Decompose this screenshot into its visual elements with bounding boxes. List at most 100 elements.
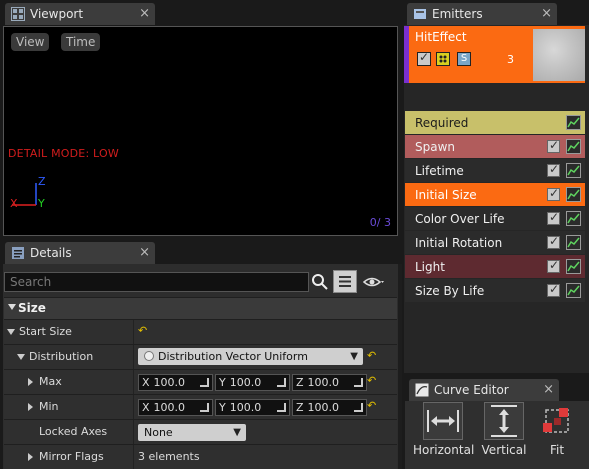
chevron-right-icon[interactable] <box>28 453 33 461</box>
reset-to-default-icon[interactable]: ↶ <box>367 349 376 362</box>
chevron-down-icon[interactable] <box>17 354 25 360</box>
module-enable-checkbox[interactable] <box>547 210 560 225</box>
chevron-right-icon[interactable] <box>28 403 33 411</box>
curve-graph-icon[interactable] <box>566 163 581 178</box>
locked-axes-label: Locked Axes <box>39 425 108 438</box>
module-row-light[interactable]: Light <box>405 255 585 278</box>
min-x-field[interactable]: X 100.0 <box>138 399 213 416</box>
reset-to-default-icon[interactable]: ↶ <box>138 324 147 337</box>
module-row-initial-rotation[interactable]: Initial Rotation <box>405 231 585 254</box>
frame-counter: 0/ 3 <box>369 216 391 229</box>
search-input[interactable]: Search <box>4 272 309 292</box>
close-icon[interactable]: × <box>543 382 554 397</box>
eye-icon[interactable] <box>362 274 386 290</box>
module-label: Lifetime <box>415 163 464 178</box>
tab-curve-editor[interactable]: Curve Editor × <box>409 379 559 401</box>
module-label: Size By Life <box>415 283 485 298</box>
reset-to-default-icon[interactable]: ↶ <box>367 399 376 412</box>
chevron-right-icon[interactable] <box>28 378 33 386</box>
emitters-icon <box>413 7 427 21</box>
property-row-mirror-flags: Mirror Flags 3 elements <box>4 444 397 469</box>
tab-viewport-label: Viewport <box>30 7 84 21</box>
module-row-initial-size[interactable]: Initial Size <box>405 183 585 206</box>
emitter-thumbnail <box>533 29 585 81</box>
distribution-value: Distribution Vector Uniform <box>158 350 308 363</box>
module-enable-checkbox[interactable] <box>547 138 560 153</box>
tab-viewport[interactable]: Viewport × <box>5 3 155 25</box>
max-y-field[interactable]: Y 100.0 <box>215 374 290 391</box>
tab-emitters-label: Emitters <box>432 7 483 21</box>
min-y-field[interactable]: Y 100.0 <box>215 399 290 416</box>
horizontal-button[interactable]: Horizontal <box>413 402 475 462</box>
close-icon[interactable]: × <box>139 6 150 21</box>
mirror-flags-value: 3 elements <box>138 450 200 463</box>
horizontal-label: Horizontal <box>413 443 475 457</box>
start-size-label: Start Size <box>19 325 72 338</box>
max-z-field[interactable]: Z 100.0 <box>292 374 367 391</box>
distribution-label: Distribution <box>29 350 94 363</box>
details-scrollbar[interactable] <box>398 264 402 469</box>
module-row-required[interactable]: Required <box>405 111 585 134</box>
vertical-label: Vertical <box>481 443 527 457</box>
solo-toggle[interactable]: S <box>457 52 471 66</box>
details-icon <box>11 246 25 260</box>
curve-editor-icon <box>415 383 429 397</box>
viewport-canvas[interactable]: View Time DETAIL MODE: LOW Z X Y 0/ 3 <box>3 26 398 236</box>
min-z-field[interactable]: Z 100.0 <box>292 399 367 416</box>
close-icon[interactable]: × <box>139 245 150 260</box>
emitter-card[interactable]: HitEffect ✓ S 3 <box>404 26 585 83</box>
axis-z-label: Z <box>38 175 46 188</box>
module-enable-checkbox[interactable] <box>547 186 560 201</box>
module-row-lifetime[interactable]: Lifetime <box>405 159 585 182</box>
distribution-type-icon <box>144 351 154 361</box>
locked-axes-dropdown[interactable]: None ▼ <box>138 424 246 441</box>
min-label: Min <box>39 400 59 413</box>
curve-graph-icon[interactable] <box>566 187 581 202</box>
curve-graph-icon[interactable] <box>566 115 581 130</box>
axis-gizmo: Z X Y <box>8 175 48 213</box>
list-view-icon[interactable] <box>333 270 357 293</box>
property-row-max: Max X 100.0 Y 100.0 Z 100.0 ↶ <box>4 369 397 394</box>
tab-curve-editor-label: Curve Editor <box>434 383 509 397</box>
distribution-dropdown[interactable]: Distribution Vector Uniform ▼ <box>138 348 363 365</box>
chevron-down-icon[interactable] <box>7 329 15 335</box>
curve-graph-icon[interactable] <box>566 235 581 250</box>
tab-details[interactable]: Details × <box>5 242 155 264</box>
curve-graph-icon[interactable] <box>566 283 581 298</box>
module-enable-checkbox[interactable] <box>547 258 560 273</box>
module-row-color-over-life[interactable]: Color Over Life <box>405 207 585 230</box>
vertical-fit-icon <box>484 402 524 440</box>
time-button[interactable]: Time <box>61 33 101 51</box>
emitter-particle-count: 3 <box>507 53 514 66</box>
close-icon[interactable]: × <box>541 6 552 21</box>
property-row-locked-axes: Locked Axes None ▼ <box>4 419 397 444</box>
module-label: Color Over Life <box>415 211 505 226</box>
enable-checkbox[interactable]: ✓ <box>417 50 431 66</box>
max-x-field[interactable]: X 100.0 <box>138 374 213 391</box>
fit-label: Fit <box>549 443 565 457</box>
fit-button[interactable]: Fit <box>527 402 587 462</box>
module-label: Light <box>415 259 445 274</box>
detail-mode-text: DETAIL MODE: LOW <box>8 147 119 160</box>
tab-details-label: Details <box>30 246 72 260</box>
curve-graph-icon[interactable] <box>566 259 581 274</box>
module-enable-checkbox[interactable] <box>547 282 560 297</box>
section-header[interactable]: Size <box>4 297 397 319</box>
module-enable-checkbox[interactable] <box>547 234 560 249</box>
module-label: Initial Size <box>415 187 477 202</box>
module-row-spawn[interactable]: Spawn <box>405 135 585 158</box>
module-enable-checkbox[interactable] <box>547 162 560 177</box>
tab-emitters[interactable]: Emitters × <box>407 3 557 25</box>
module-row-size-by-life[interactable]: Size By Life <box>405 279 585 302</box>
view-button[interactable]: View <box>11 33 50 51</box>
reset-to-default-icon[interactable]: ↶ <box>367 374 376 387</box>
curve-graph-icon[interactable] <box>566 139 581 154</box>
vertical-button[interactable]: Vertical <box>474 402 534 462</box>
property-row-distribution: Distribution Distribution Vector Uniform… <box>4 344 397 369</box>
search-icon[interactable] <box>311 273 329 291</box>
emitter-name: HitEffect <box>415 30 467 44</box>
viewport-icon <box>11 7 25 21</box>
curve-graph-icon[interactable] <box>566 211 581 226</box>
render-mode-icon[interactable] <box>436 52 450 66</box>
chevron-down-icon <box>8 304 16 310</box>
